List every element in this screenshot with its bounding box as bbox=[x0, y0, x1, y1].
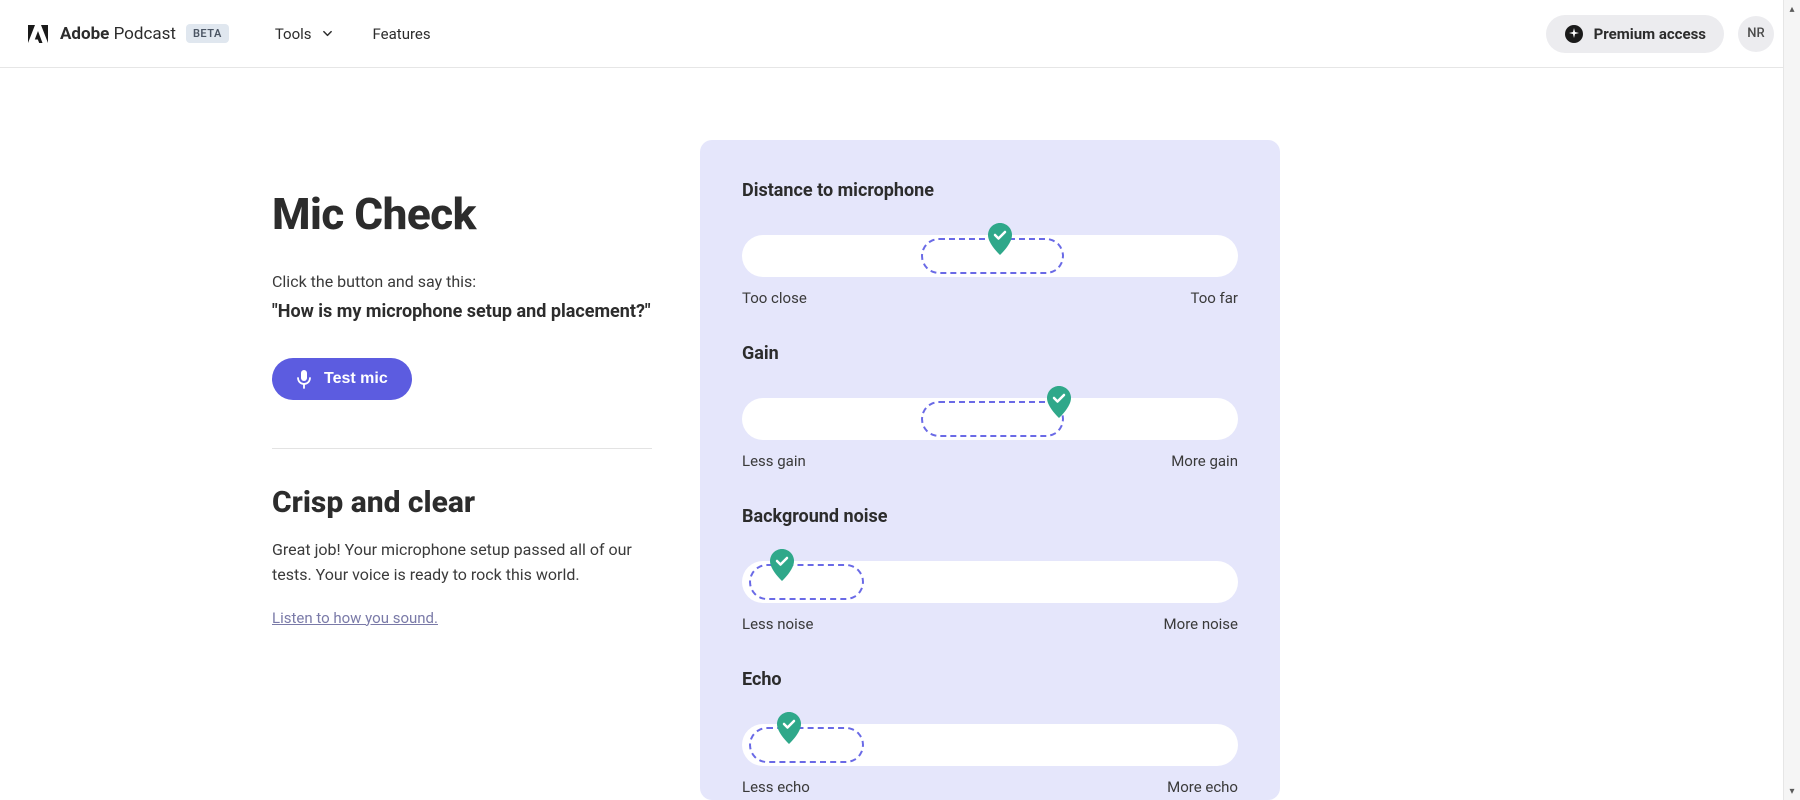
metrics-panel: Distance to microphone Too close Too far Ga… bbox=[700, 140, 1280, 800]
left-column: Mic Check Click the button and say this:… bbox=[0, 68, 700, 800]
premium-access-button[interactable]: Premium access bbox=[1546, 15, 1724, 53]
nav: Tools Features bbox=[275, 25, 431, 43]
track-label-left: Less noise bbox=[742, 615, 813, 633]
scroll-track[interactable] bbox=[1784, 18, 1800, 782]
metric-track bbox=[742, 551, 1238, 593]
avatar[interactable]: NR bbox=[1738, 16, 1774, 52]
metric-title: Distance to microphone bbox=[742, 180, 1238, 201]
adobe-logo-icon bbox=[26, 22, 50, 46]
scroll-down-arrow[interactable]: ▾ bbox=[1784, 782, 1800, 800]
metric-background-noise: Background noise Less noise More noise bbox=[742, 506, 1238, 633]
header-left: Adobe Podcast BETA Tools Features bbox=[26, 22, 431, 46]
header-right: Premium access NR bbox=[1546, 15, 1774, 53]
marker-pin-icon bbox=[988, 223, 1012, 255]
brand[interactable]: Adobe Podcast BETA bbox=[26, 22, 229, 46]
nav-features-label: Features bbox=[373, 25, 431, 43]
divider bbox=[272, 448, 652, 449]
metric-echo: Echo Less echo More echo bbox=[742, 669, 1238, 796]
track-labels: Less noise More noise bbox=[742, 615, 1238, 633]
metric-title: Gain bbox=[742, 343, 1238, 364]
mic-icon bbox=[296, 369, 312, 389]
result-title: Crisp and clear bbox=[272, 485, 652, 520]
track-label-right: More gain bbox=[1171, 452, 1238, 470]
track-label-left: Less gain bbox=[742, 452, 806, 470]
marker-pin-icon bbox=[777, 712, 801, 744]
track-label-right: Too far bbox=[1190, 289, 1238, 307]
test-mic-button[interactable]: Test mic bbox=[272, 358, 412, 400]
brand-strong: Adobe bbox=[60, 24, 109, 44]
nav-tools[interactable]: Tools bbox=[275, 25, 333, 43]
nav-tools-label: Tools bbox=[275, 25, 312, 43]
scroll-up-arrow[interactable]: ▴ bbox=[1784, 0, 1800, 18]
marker-pin-icon bbox=[1047, 386, 1071, 418]
test-mic-label: Test mic bbox=[324, 370, 388, 388]
target-zone bbox=[749, 564, 863, 600]
target-zone bbox=[921, 401, 1065, 437]
brand-text: Adobe Podcast bbox=[60, 24, 176, 44]
globe-sparkle-icon bbox=[1564, 24, 1584, 44]
app-header: Adobe Podcast BETA Tools Features Premiu… bbox=[0, 0, 1800, 68]
track-labels: Too close Too far bbox=[742, 289, 1238, 307]
marker-pin-icon bbox=[770, 549, 794, 581]
instruction-text: Click the button and say this: bbox=[272, 272, 652, 291]
metric-title: Echo bbox=[742, 669, 1238, 690]
metric-track bbox=[742, 388, 1238, 430]
brand-light: Podcast bbox=[114, 24, 176, 44]
track-labels: Less echo More echo bbox=[742, 778, 1238, 796]
premium-label: Premium access bbox=[1594, 25, 1706, 43]
track-labels: Less gain More gain bbox=[742, 452, 1238, 470]
page-title: Mic Check bbox=[272, 188, 652, 240]
listen-link[interactable]: Listen to how you sound. bbox=[272, 609, 438, 627]
target-zone bbox=[749, 727, 863, 763]
metric-track bbox=[742, 714, 1238, 756]
metric-track bbox=[742, 225, 1238, 267]
metric-gain: Gain Less gain More gain bbox=[742, 343, 1238, 470]
chevron-down-icon bbox=[322, 28, 333, 39]
track-label-left: Less echo bbox=[742, 778, 810, 796]
main: Mic Check Click the button and say this:… bbox=[0, 68, 1800, 800]
track-label-left: Too close bbox=[742, 289, 807, 307]
metric-distance-to-microphone: Distance to microphone Too close Too far bbox=[742, 180, 1238, 307]
nav-features[interactable]: Features bbox=[373, 25, 431, 43]
track-label-right: More echo bbox=[1167, 778, 1238, 796]
scrollbar[interactable]: ▴ ▾ bbox=[1783, 0, 1800, 800]
avatar-initials: NR bbox=[1747, 26, 1764, 41]
result-body: Great job! Your microphone setup passed … bbox=[272, 538, 652, 588]
beta-badge: BETA bbox=[186, 24, 229, 43]
track-label-right: More noise bbox=[1164, 615, 1238, 633]
test-phrase: "How is my microphone setup and placemen… bbox=[272, 301, 652, 322]
metric-title: Background noise bbox=[742, 506, 1238, 527]
